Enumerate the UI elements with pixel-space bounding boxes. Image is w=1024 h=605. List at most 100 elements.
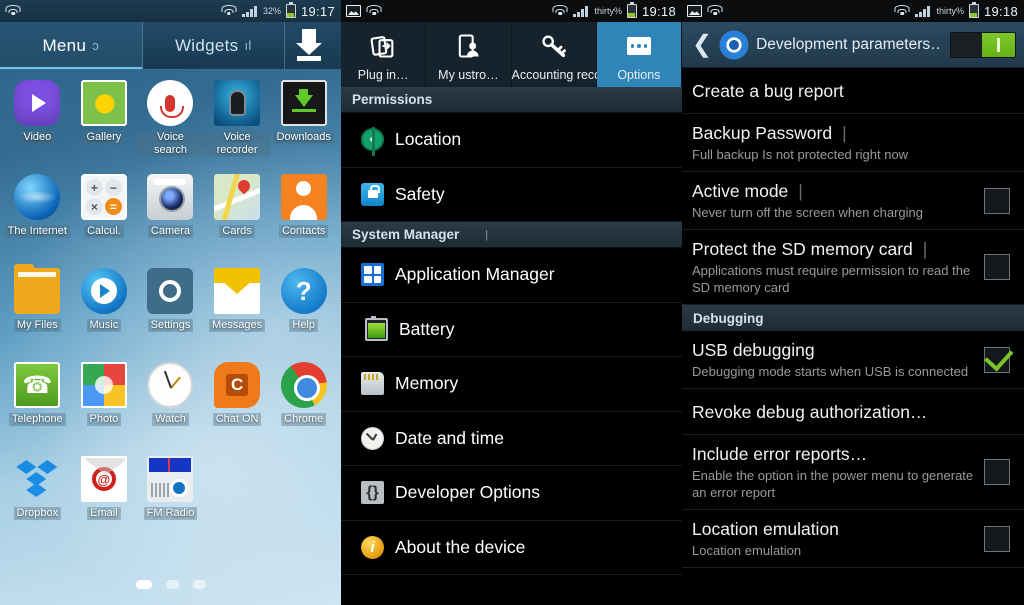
- app-voice-search[interactable]: Voice search: [137, 80, 204, 170]
- settings-row-safety[interactable]: Safety: [341, 167, 682, 222]
- row-subtitle: Location emulation: [692, 543, 802, 558]
- app-label: Calcul.: [84, 225, 124, 238]
- row-usb-debugging[interactable]: USB debugging Debugging mode starts when…: [682, 331, 1024, 389]
- row-text: Protect the SD memory card | Applications…: [692, 238, 984, 296]
- screenshot-composite: 32% 19:17 Menu ɔ Widgets ıl Video Galler…: [0, 0, 1024, 605]
- home-tab-bar: Menu ɔ Widgets ıl: [0, 22, 341, 70]
- app-cards[interactable]: Cards: [204, 174, 271, 264]
- app-camera[interactable]: Camera: [137, 174, 204, 264]
- settings-row-memory[interactable]: Memory: [341, 357, 682, 412]
- app-settings[interactable]: Settings: [137, 268, 204, 358]
- app-messages[interactable]: Messages: [204, 268, 271, 358]
- row-title-label: Active mode: [692, 181, 789, 201]
- app-downloads[interactable]: Downloads: [270, 80, 337, 170]
- row-include-error-reports[interactable]: Include error reports… Enable the option…: [682, 435, 1024, 510]
- section-title: Permissions: [352, 92, 433, 107]
- settings-row-about-device[interactable]: i About the device: [341, 520, 682, 575]
- row-divider-mark: |: [842, 123, 847, 143]
- usb-debugging-checkbox[interactable]: [984, 346, 1010, 373]
- app-internet[interactable]: The Internet: [4, 174, 71, 264]
- app-dropbox[interactable]: Dropbox: [4, 456, 71, 546]
- download-button[interactable]: [285, 22, 341, 69]
- panel-home-screen: 32% 19:17 Menu ɔ Widgets ıl Video Galler…: [0, 0, 341, 605]
- location-emulation-checkbox[interactable]: [984, 525, 1010, 552]
- app-chat-on[interactable]: C Chat ON: [204, 362, 271, 452]
- tab-options[interactable]: Options: [596, 22, 682, 87]
- telephone-icon: ☎: [14, 362, 61, 408]
- row-text: Include error reports… Enable the option…: [692, 443, 984, 501]
- maps-cards-icon: [214, 174, 261, 220]
- app-voice-recorder[interactable]: Voice recorder: [204, 80, 271, 170]
- row-active-mode[interactable]: Active mode | Never turn off the screen w…: [682, 172, 1024, 230]
- app-telephone[interactable]: ☎ Telephone: [4, 362, 71, 452]
- app-gallery[interactable]: Gallery: [71, 80, 138, 170]
- battery-icon: [285, 2, 296, 18]
- row-revoke-debug-authorization[interactable]: Revoke debug authorization…: [682, 389, 1024, 435]
- page-dot-2[interactable]: [165, 580, 179, 589]
- tab-plug-in[interactable]: Plug in…: [341, 22, 427, 87]
- app-email[interactable]: @ Email: [71, 456, 138, 546]
- developer-header: ❮ Development parameters…: [682, 22, 1024, 68]
- tab-my-device[interactable]: My ustro…: [426, 22, 512, 87]
- page-dot-3[interactable]: [192, 580, 206, 589]
- master-switch[interactable]: [950, 31, 1016, 58]
- location-icon: [361, 127, 384, 157]
- app-calculator[interactable]: + − × = Calcul.: [71, 174, 138, 264]
- battery-icon: [365, 315, 388, 341]
- section-permissions: Permissions: [341, 87, 682, 113]
- app-music[interactable]: Music: [71, 268, 138, 358]
- row-subtitle: Enable the option in the power menu to g…: [692, 468, 974, 500]
- row-protect-sd-card[interactable]: Protect the SD memory card | Applications…: [682, 230, 1024, 305]
- active-mode-checkbox[interactable]: [984, 187, 1010, 214]
- tab-menu[interactable]: Menu ɔ: [0, 22, 143, 69]
- settings-row-date-and-time[interactable]: Date and time: [341, 411, 682, 466]
- tab-menu-label: Menu: [42, 35, 87, 55]
- section-title: Debugging: [693, 310, 764, 326]
- cellular-signal-icon: [241, 5, 258, 17]
- app-chrome[interactable]: Chrome: [270, 362, 337, 452]
- row-create-bug-report[interactable]: Create a bug report: [682, 68, 1024, 114]
- calculator-icon: + − × =: [80, 174, 127, 220]
- include-error-reports-checkbox[interactable]: [984, 459, 1010, 485]
- app-my-files[interactable]: My Files: [4, 264, 71, 358]
- app-watch[interactable]: Watch: [137, 362, 204, 452]
- status-bar-left-icons: [682, 5, 723, 17]
- section-system-manager: System Manager |: [341, 222, 682, 248]
- app-photo[interactable]: Photo: [71, 362, 138, 452]
- page-title: Development parameters…: [756, 35, 940, 53]
- app-contacts[interactable]: Contacts: [270, 174, 337, 264]
- settings-row-location[interactable]: Location: [341, 113, 682, 168]
- page-dot-1[interactable]: [135, 580, 152, 589]
- dropbox-icon: [14, 456, 60, 502]
- section-title: System Manager: [352, 227, 460, 242]
- page-indicator: [0, 580, 341, 589]
- row-label: Safety: [395, 183, 445, 204]
- fm-radio-icon: [147, 456, 194, 502]
- status-bar-settings: thirty% 19:18: [341, 0, 682, 22]
- row-label: Developer Options: [395, 482, 540, 503]
- settings-row-application-manager[interactable]: Application Manager: [341, 248, 682, 303]
- row-backup-password[interactable]: Backup Password | Full backup Is not prot…: [682, 114, 1024, 172]
- row-divider-mark: |: [922, 239, 928, 259]
- wifi-icon: [5, 5, 21, 17]
- clock-label: 19:18: [983, 3, 1018, 19]
- app-label: Music: [86, 319, 122, 332]
- row-location-emulation[interactable]: Location emulation Location emulation: [682, 510, 1024, 568]
- back-chevron-icon[interactable]: ❮: [692, 32, 712, 57]
- settings-row-battery[interactable]: Battery: [341, 302, 682, 357]
- row-text: USB debugging Debugging mode starts when…: [692, 339, 984, 380]
- tab-accounting-records[interactable]: Accounting records…: [512, 22, 631, 87]
- app-video[interactable]: Video: [4, 80, 71, 170]
- status-bar-right-icons: 32% 19:17: [221, 2, 341, 19]
- row-subtitle: Applications must require permission to …: [692, 263, 971, 295]
- protect-sd-card-checkbox[interactable]: [984, 254, 1010, 280]
- watch-icon: [147, 362, 194, 408]
- app-help[interactable]: ? Help: [270, 268, 337, 358]
- settings-row-developer-options[interactable]: {} Developer Options: [341, 466, 682, 521]
- tab-widgets-label: Widgets: [174, 35, 239, 55]
- email-icon: @: [80, 456, 127, 502]
- tab-widgets[interactable]: Widgets ıl: [143, 22, 285, 69]
- status-bar-home: 32% 19:17: [0, 0, 341, 22]
- app-fm-radio[interactable]: FM Radio: [137, 456, 204, 546]
- battery-percent-label: thirty%: [936, 6, 964, 16]
